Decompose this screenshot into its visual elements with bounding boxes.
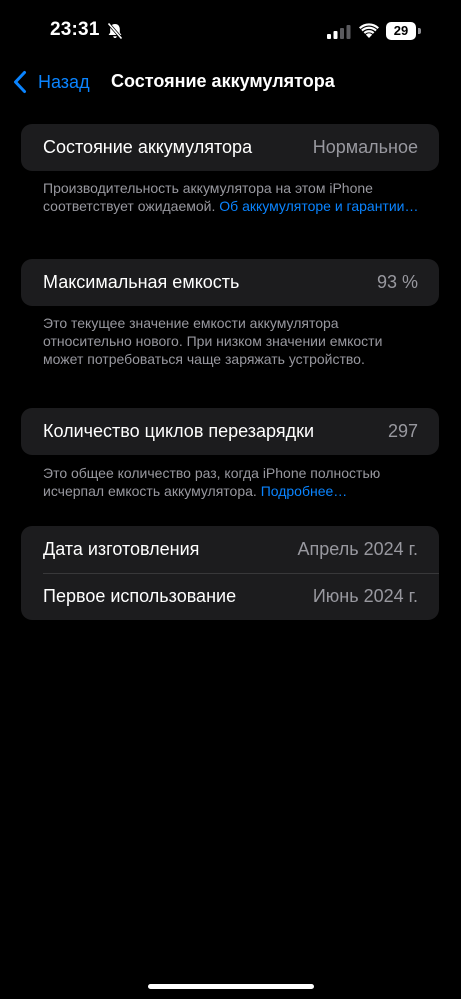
cycle-count-footnote: Это общее количество раз, когда iPhone п… <box>43 464 423 500</box>
first-use-value: Июнь 2024 г. <box>312 586 418 606</box>
status-time: 23:31 <box>50 19 100 40</box>
battery-health-value: Нормальное <box>312 137 418 157</box>
signal-icon <box>327 25 351 39</box>
navigation-bar: Назад Состояние аккумулятора <box>0 64 461 100</box>
maximum-capacity-group: Максимальная емкость 93 % <box>21 259 439 306</box>
back-button[interactable]: Назад <box>12 68 90 96</box>
status-bar: 23:31 29 <box>0 0 461 60</box>
battery-health-label: Состояние аккумулятора <box>43 137 253 157</box>
chevron-left-icon <box>14 71 26 93</box>
first-use-label: Первое использование <box>43 586 237 606</box>
maximum-capacity-footnote: Это текущее значение емкости аккумулятор… <box>43 314 423 368</box>
maximum-capacity-footnote-text: Это текущее значение емкости аккумулятор… <box>43 315 383 367</box>
battery-health-footnote: Производительность аккумулятора на этом … <box>43 179 423 215</box>
manufacture-date-label: Дата изготовления <box>43 539 200 559</box>
bell-slash-icon <box>107 22 123 40</box>
cycle-count-value: 297 <box>387 421 418 441</box>
battery-health-row: Состояние аккумулятора Нормальное <box>21 124 439 171</box>
home-indicator[interactable] <box>148 984 314 989</box>
manufacture-date-value: Апрель 2024 г. <box>297 539 418 559</box>
maximum-capacity-row: Максимальная емкость 93 % <box>21 259 439 306</box>
battery-icon: 29 <box>386 22 422 40</box>
battery-health-group: Состояние аккумулятора Нормальное <box>21 124 439 171</box>
wifi-icon <box>359 23 379 38</box>
learn-more-link[interactable]: Подробнее… <box>261 483 348 499</box>
cycle-count-group: Количество циклов перезарядки 297 <box>21 408 439 455</box>
dates-group: Дата изготовления Апрель 2024 г. Первое … <box>21 526 439 620</box>
maximum-capacity-label: Максимальная емкость <box>43 272 240 292</box>
manufacture-date-row: Дата изготовления Апрель 2024 г. <box>21 526 439 573</box>
cycle-count-label: Количество циклов перезарядки <box>43 421 315 441</box>
about-battery-warranty-link[interactable]: Об аккумуляторе и гарантии… <box>219 198 418 214</box>
maximum-capacity-value: 93 % <box>376 272 418 292</box>
battery-level: 29 <box>386 22 416 40</box>
cycle-count-row: Количество циклов перезарядки 297 <box>21 408 439 455</box>
first-use-row: Первое использование Июнь 2024 г. <box>21 573 439 620</box>
page-title: Состояние аккумулятора <box>111 71 335 91</box>
back-label: Назад <box>38 71 90 92</box>
battery-tip <box>418 28 421 34</box>
